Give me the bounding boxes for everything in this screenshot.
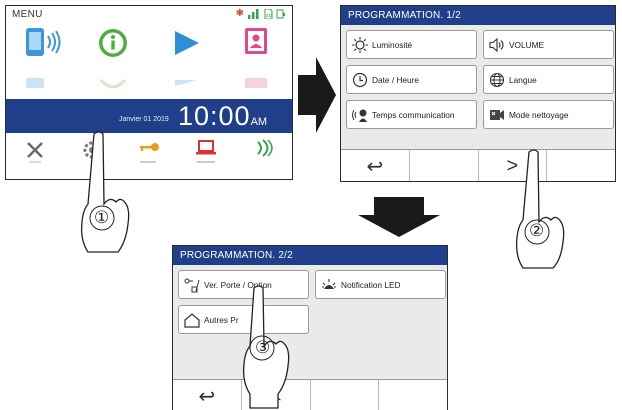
- prev-page-button[interactable]: <: [242, 380, 311, 410]
- back-button[interactable]: ↩: [341, 150, 410, 181]
- tile-label: Date / Heure: [372, 74, 420, 85]
- settings-title-page2: PROGRAMMATION. 2/2: [173, 246, 447, 265]
- back-button[interactable]: ↩: [173, 380, 242, 410]
- recording-icon: [276, 9, 285, 18]
- sd-card-icon: SD: [264, 8, 273, 19]
- house-icon: [184, 312, 200, 328]
- menu-icon-row-top: [6, 26, 292, 66]
- speaker-icon: [489, 37, 505, 53]
- nav-empty-slot: [311, 380, 380, 410]
- clock-bar: Janvier 01 2019 10:00AM: [6, 99, 292, 133]
- tile-label: Autres Pr: [204, 314, 239, 325]
- tile-label: Temps communication: [372, 109, 455, 120]
- menu-icon-row-bottom: [6, 138, 292, 168]
- tile-label: Notification LED: [341, 279, 401, 290]
- settings-navbar-page1: ↩ >: [341, 149, 615, 181]
- step-3-label: ③: [255, 338, 271, 357]
- tile-label: Ver. Porte / Option: [204, 279, 272, 290]
- menu-screen: MENU ✱ SD Janvier 01 2019 10:00AM: [5, 5, 293, 180]
- clock-ampm: AM: [250, 116, 268, 128]
- play-icon[interactable]: [149, 26, 221, 66]
- tile-label: Mode nettoyage: [509, 109, 569, 120]
- back-arrow-icon: ↩: [366, 155, 384, 178]
- contact-card-icon[interactable]: [221, 26, 293, 66]
- globe-icon: [489, 72, 505, 88]
- key-icon[interactable]: [120, 138, 177, 168]
- signal-icon[interactable]: [235, 138, 292, 168]
- tile-label: Langue: [509, 74, 537, 85]
- tile-talk-time[interactable]: Temps communication: [346, 100, 477, 129]
- tile-volume[interactable]: VOLUME: [483, 30, 614, 59]
- door-lock-icon: [184, 277, 200, 293]
- menu-label: MENU: [12, 9, 43, 20]
- svg-text:SD: SD: [266, 13, 273, 18]
- arrow-right-icon: [298, 57, 336, 133]
- tile-language[interactable]: Langue: [483, 65, 614, 94]
- tile-led-notification[interactable]: Notification LED: [315, 270, 446, 299]
- nav-empty-slot: [410, 150, 479, 181]
- sun-icon: [352, 36, 368, 53]
- talk-icon: [352, 107, 368, 123]
- nav-empty-slot: [379, 380, 447, 410]
- prev-arrow-icon: <: [269, 384, 282, 407]
- laptop-icon[interactable]: [178, 138, 235, 168]
- next-page-button[interactable]: >: [479, 150, 548, 181]
- menu-icon-reflection-row: [6, 78, 292, 94]
- tile-label: Luminosité: [372, 39, 413, 50]
- clock-date: Janvier 01 2019: [119, 116, 169, 123]
- nav-empty-slot: [547, 150, 615, 181]
- cleaning-icon: [489, 107, 505, 123]
- signal-bars-icon: [248, 8, 259, 19]
- step-1-label: ①: [94, 208, 110, 227]
- clock-time-value: 10:00: [178, 101, 251, 131]
- settings-screen-page2: PROGRAMMATION. 2/2 Ver. Porte / Option N…: [172, 245, 448, 410]
- gear-icon[interactable]: [63, 138, 120, 168]
- tile-label: VOLUME: [509, 39, 545, 50]
- step-2-label: ②: [529, 221, 545, 240]
- clock-icon: [352, 72, 368, 88]
- phone-ring-icon[interactable]: [6, 26, 78, 66]
- close-icon[interactable]: [6, 138, 63, 168]
- led-icon: [321, 277, 337, 293]
- tile-date-time[interactable]: Date / Heure: [346, 65, 477, 94]
- tile-other-settings[interactable]: Autres Pr: [178, 305, 309, 334]
- next-arrow-icon: >: [506, 154, 519, 177]
- settings-screen-page1: PROGRAMMATION. 1/2 Luminosité VOLUME Dat…: [340, 5, 616, 182]
- tile-brightness[interactable]: Luminosité: [346, 30, 477, 59]
- info-icon[interactable]: [78, 26, 150, 66]
- tile-cleaning-mode[interactable]: Mode nettoyage: [483, 100, 614, 129]
- tile-door-lock-option[interactable]: Ver. Porte / Option: [178, 270, 309, 299]
- settings-title-page1: PROGRAMMATION. 1/2: [341, 6, 615, 25]
- status-icons: ✱ SD: [236, 8, 286, 19]
- mute-icon: ✱: [235, 8, 244, 19]
- clock-time: 10:00AM: [178, 101, 267, 132]
- settings-navbar-page2: ↩ <: [173, 379, 447, 410]
- back-arrow-icon: ↩: [198, 385, 216, 408]
- arrow-down-icon: [358, 197, 440, 237]
